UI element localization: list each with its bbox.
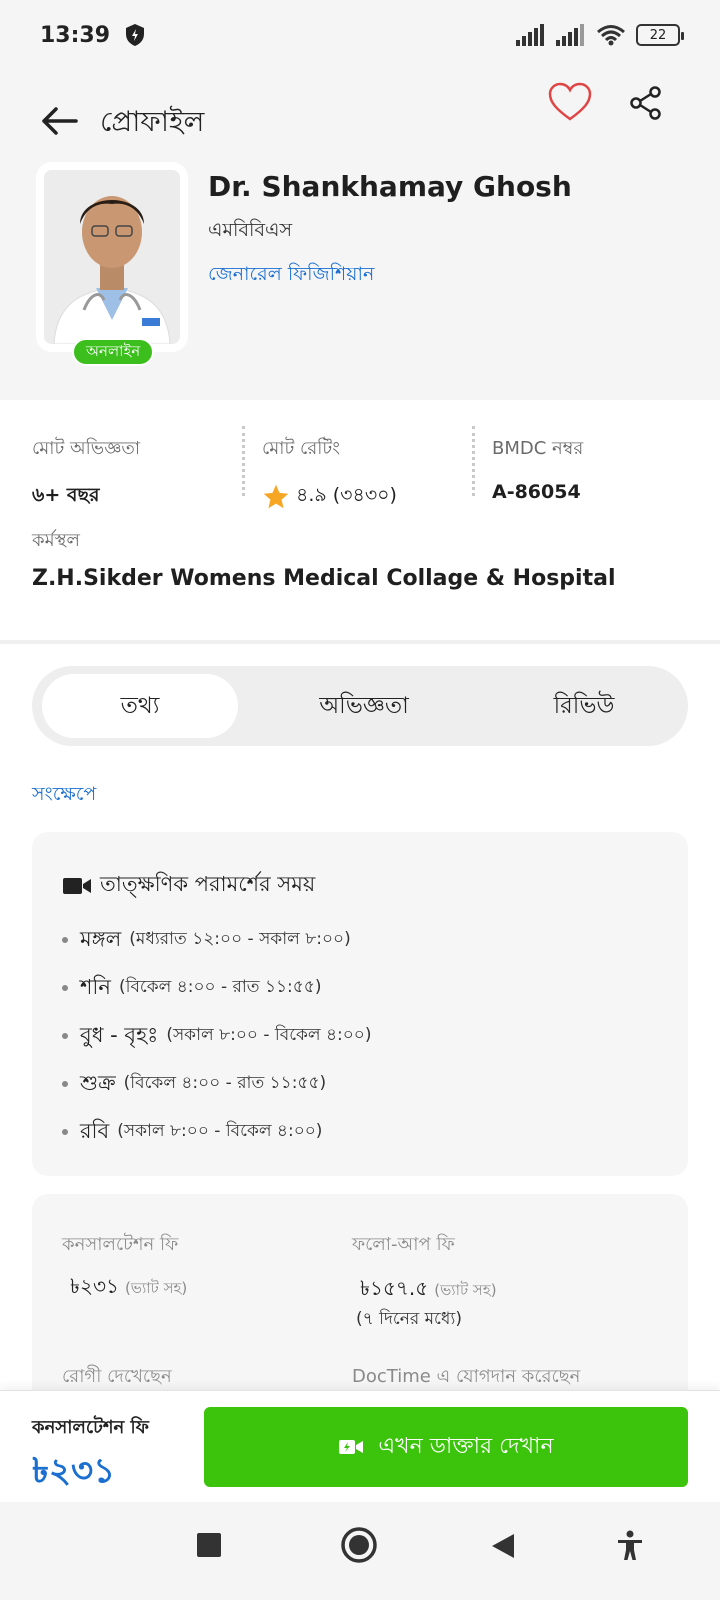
consultation-fee-amount: ৳২৩১ [70, 1274, 119, 1298]
doctor-specialty: জেনারেল ফিজিশিয়ান [208, 263, 375, 285]
status-indicators: 22 [516, 24, 684, 46]
schedule-time: (মধ্যরাত ১২:০০ - সকাল ৮:০০) [129, 929, 351, 949]
bmdc-label: BMDC নম্বর [492, 438, 584, 459]
consult-now-label: এখন ডাক্তার দেখান [378, 1433, 554, 1459]
top-nav: প্রোফাইল [0, 70, 720, 170]
cta-fee-value: ৳২৩১ [32, 1451, 116, 1491]
patients-seen-label: রোগী দেখেছেন [62, 1366, 172, 1387]
rating-value: ৪.৯ (৩৪৩০) [296, 484, 397, 506]
doctor-name: Dr. Shankhamay Ghosh [208, 170, 572, 203]
followup-window-note: (৭ দিনের মধ্যে) [356, 1309, 462, 1329]
rating-row: ৪.৯ (৩৪৩০) [262, 481, 397, 513]
arrow-left-icon[interactable] [38, 100, 80, 142]
schedule-time: (বিকেল ৪:০০ - রাত ১১:৫৫) [123, 1073, 327, 1093]
cta-fee-label: কনসালটেশন ফি [32, 1417, 149, 1438]
profile-tabs: তথ্য অভিজ্ঞতা রিভিউ [32, 666, 688, 746]
fees-card: কনসালটেশন ফি ৳২৩১ (ভ্যাট সহ) ফলো-আপ ফি ৳১… [32, 1194, 688, 1394]
wifi-icon [597, 25, 625, 46]
schedule-item: শনি (বিকেল ৪:০০ - রাত ১১:৫৫) [62, 964, 372, 1012]
system-nav-bar [0, 1502, 720, 1600]
tab-reviews[interactable]: রিভিউ [486, 674, 682, 738]
experience-stat: মোট অভিজ্ঞতা ৬+ বছর [32, 434, 140, 513]
vat-note: (ভ্যাট সহ) [434, 1281, 497, 1299]
joined-label: DocTime এ যোগদান করেছেন [352, 1366, 581, 1387]
circle-home-icon[interactable] [340, 1526, 378, 1564]
vat-note: (ভ্যাট সহ) [124, 1279, 188, 1297]
online-status-badge: অনলাইন [72, 338, 155, 366]
experience-label: মোট অভিজ্ঞতা [32, 438, 141, 459]
bmdc-value: A-86054 [492, 481, 581, 503]
schedule-time: (সকাল ৮:০০ - বিকেল ৪:০০) [117, 1121, 323, 1141]
schedule-list: মঙ্গল (মধ্যরাত ১২:০০ - সকাল ৮:০০) শনি (ব… [62, 916, 372, 1156]
bullet [62, 985, 68, 991]
stat-divider [472, 426, 475, 496]
video-camera-icon [63, 877, 91, 894]
bullet [62, 1033, 68, 1039]
stat-divider [242, 426, 245, 496]
workplace-value: Z.H.Sikder Womens Medical Collage & Hosp… [32, 566, 616, 591]
rating-stat: মোট রেটিং ৪.৯ (৩৪৩০) [262, 434, 397, 513]
doctor-photo [44, 170, 180, 344]
summary-title: সংক্ষেপে [32, 783, 97, 805]
followup-fee-label: ফলো-আপ ফি [352, 1234, 455, 1255]
section-divider [0, 640, 720, 644]
schedule-heading: তাত্ক্ষণিক পরামর্শের সময় [62, 868, 315, 903]
accessibility-icon[interactable] [616, 1530, 644, 1562]
schedule-title: তাত্ক্ষণিক পরামর্শের সময় [100, 872, 316, 896]
schedule-day: মঙ্গল [80, 926, 122, 951]
schedule-day: বুধ - বৃহঃ [80, 1022, 159, 1047]
triangle-back-icon[interactable] [490, 1532, 516, 1560]
square-recents-icon[interactable] [196, 1532, 222, 1558]
schedule-item: রবি (সকাল ৮:০০ - বিকেল ৪:০০) [62, 1108, 372, 1156]
bmdc-stat: BMDC নম্বর A-86054 [492, 434, 583, 503]
bottom-cta-bar: কনসালটেশন ফি ৳২৩১ এখন ডাক্তার দেখান [0, 1390, 720, 1502]
signal-icon [516, 24, 544, 46]
experience-value: ৬+ বছর [32, 484, 100, 506]
bullet [62, 1129, 68, 1135]
schedule-item: শুক্র (বিকেল ৪:০০ - রাত ১১:৫৫) [62, 1060, 372, 1108]
video-call-icon [339, 1440, 364, 1454]
consultation-fee-label: কনসালটেশন ফি [62, 1234, 179, 1255]
battery-icon: 22 [636, 24, 684, 46]
star-icon [263, 484, 289, 509]
schedule-day: শনি [80, 974, 111, 999]
consultation-fee-value: ৳২৩১ (ভ্যাট সহ) [70, 1272, 187, 1305]
signal-icon [556, 24, 584, 46]
consult-now-button[interactable]: এখন ডাক্তার দেখান [204, 1407, 688, 1487]
followup-fee-value: ৳১৫৭.৫ (ভ্যাট সহ) [360, 1274, 497, 1307]
rating-label: মোট রেটিং [262, 438, 340, 459]
doctor-photo-card [36, 162, 188, 352]
heart-outline-icon[interactable] [548, 82, 592, 122]
bullet [62, 1081, 68, 1087]
schedule-day: রবি [80, 1118, 110, 1143]
share-icon[interactable] [630, 86, 662, 120]
page-title: প্রোফাইল [100, 105, 205, 138]
schedule-item: মঙ্গল (মধ্যরাত ১২:০০ - সকাল ৮:০০) [62, 916, 372, 964]
doctor-portrait-image [44, 170, 180, 344]
schedule-time: (সকাল ৮:০০ - বিকেল ৪:০০) [166, 1025, 372, 1045]
shield-bolt-icon [126, 24, 145, 46]
consultation-schedule-card: তাত্ক্ষণিক পরামর্শের সময় মঙ্গল (মধ্যরাত… [32, 832, 688, 1176]
status-bar: 13:39 22 [0, 0, 720, 70]
status-time: 13:39 [40, 22, 111, 48]
tab-info[interactable]: তথ্য [42, 674, 238, 738]
followup-fee-amount: ৳১৫৭.৫ [360, 1276, 429, 1300]
schedule-item: বুধ - বৃহঃ (সকাল ৮:০০ - বিকেল ৪:০০) [62, 1012, 372, 1060]
tab-experience[interactable]: অভিজ্ঞতা [256, 674, 472, 738]
doctor-degree: এমবিবিএস [208, 219, 293, 241]
workplace-label: কর্মস্থল [32, 530, 80, 551]
schedule-day: শুক্র [80, 1070, 116, 1095]
bullet [62, 937, 68, 943]
schedule-time: (বিকেল ৪:০০ - রাত ১১:৫৫) [118, 977, 322, 997]
profile-header: প্রোফাইল অনলাইন Dr. Shankhamay Ghosh এমব… [0, 70, 720, 400]
doctor-stats: মোট অভিজ্ঞতা ৬+ বছর মোট রেটিং ৪.৯ (৩৪৩০)… [0, 400, 720, 640]
